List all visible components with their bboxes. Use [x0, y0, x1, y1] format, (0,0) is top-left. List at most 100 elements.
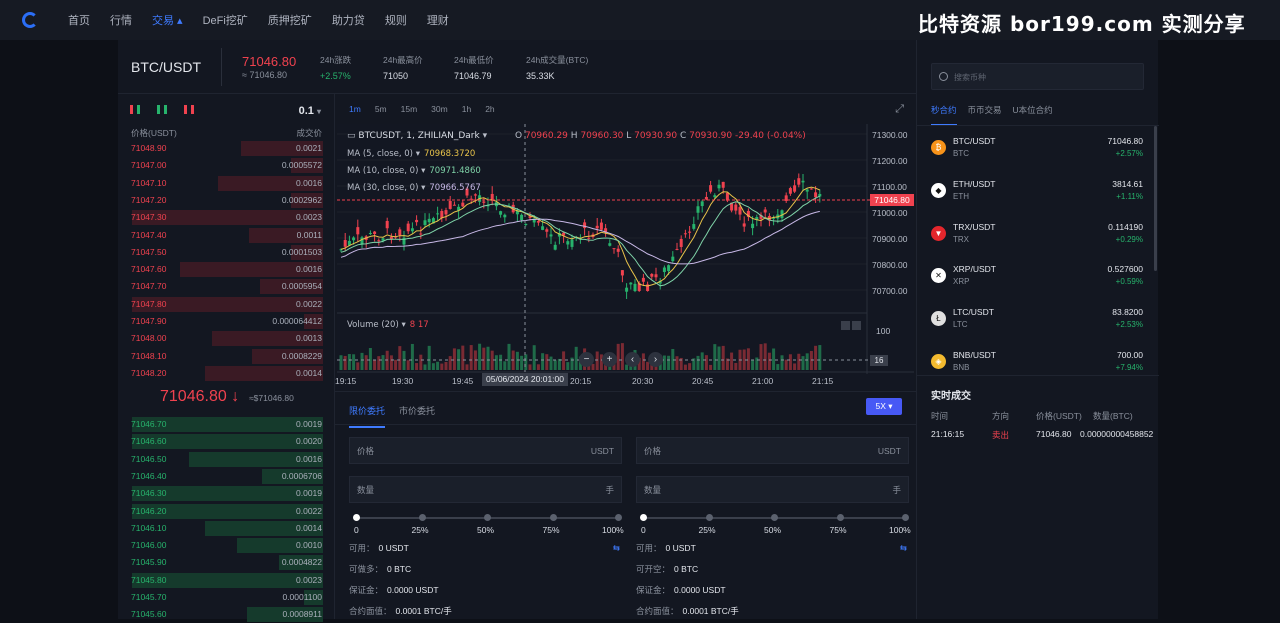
y-tick: 70700.00 — [872, 286, 908, 296]
ask-row[interactable]: 71047.50 0.0001503 — [118, 244, 335, 261]
ask-qty: 0.0011 — [296, 229, 322, 240]
ask-row[interactable]: 71047.70 0.0005954 — [118, 278, 335, 295]
ask-row[interactable]: 71047.80 0.0022 — [118, 296, 335, 313]
chart-nav-button-1[interactable]: + — [602, 352, 617, 367]
bid-row[interactable]: 71046.10 0.0014 — [118, 520, 335, 537]
nav-item-5[interactable]: 助力贷 — [332, 12, 365, 28]
kline-chart[interactable]: ▭ BTCUSDT, 1, ZHILIAN_Dark ▾ O 70960.29 … — [335, 124, 914, 390]
price-input[interactable]: 价格 USDT — [636, 437, 909, 464]
chart-symbol: ▭ BTCUSDT, 1, ZHILIAN_Dark ▾ — [347, 131, 488, 141]
slider-stop[interactable] — [705, 514, 713, 521]
market-tab-1[interactable]: 币币交易 — [968, 104, 1002, 126]
ask-row[interactable]: 71048.90 0.0021 — [118, 140, 335, 157]
volume-bar — [734, 362, 738, 370]
nav-item-0[interactable]: 首页 — [68, 12, 90, 28]
ask-row[interactable]: 71047.40 0.0011 — [118, 227, 335, 244]
timeframe-tab-5m[interactable]: 5m — [375, 104, 387, 114]
bid-row[interactable]: 71045.60 0.0008911 — [118, 606, 335, 623]
volume-bar — [784, 359, 788, 370]
nav-item-3[interactable]: DeFi挖矿 — [203, 12, 248, 28]
bid-row[interactable]: 71046.30 0.0019 — [118, 485, 335, 502]
swap-icon[interactable]: ⇆ — [900, 538, 907, 559]
bid-row[interactable]: 71045.80 0.0023 — [118, 572, 335, 589]
market-row[interactable]: Ł LTC/USDT LTC 83.8200 +2.53% — [917, 297, 1159, 340]
ask-row[interactable]: 71048.00 0.0013 — [118, 330, 335, 347]
ask-row[interactable]: 71047.90 0.000064412 — [118, 313, 335, 330]
slider-stop[interactable] — [640, 514, 647, 521]
slider-stop[interactable] — [418, 514, 426, 521]
market-tab-0[interactable]: 秒合约 — [931, 104, 957, 126]
fullscreen-icon[interactable]: ⤢ — [895, 103, 904, 116]
slider-tick-label: 25% — [411, 525, 429, 535]
nav-item-1[interactable]: 行情 — [110, 12, 132, 28]
ask-row[interactable]: 71048.20 0.0014 — [118, 365, 335, 382]
slider-stop[interactable] — [353, 514, 360, 521]
book-asks-icon[interactable] — [184, 105, 194, 114]
logo-icon[interactable] — [22, 12, 38, 28]
ask-row[interactable]: 71048.10 0.0008229 — [118, 348, 335, 365]
swap-icon[interactable]: ⇆ — [613, 538, 620, 559]
nav-item-6[interactable]: 规则 — [385, 12, 407, 28]
x-tick: 20:45 — [692, 376, 714, 386]
volume-bar — [709, 364, 713, 370]
nav-item-2[interactable]: 交易 ▴ — [152, 12, 183, 28]
bid-row[interactable]: 71045.90 0.0004822 — [118, 554, 335, 571]
volume-down-icon[interactable] — [852, 321, 861, 330]
chart-nav-button-2[interactable]: ‹ — [625, 352, 640, 367]
market-row[interactable]: ◈ BNB/USDT BNB 700.00 +7.94% — [917, 340, 1159, 383]
slider-stop[interactable] — [549, 514, 557, 521]
bid-row[interactable]: 71046.70 0.0019 — [118, 416, 335, 433]
ask-row[interactable]: 71047.00 0.0005572 — [118, 157, 335, 174]
ask-row[interactable]: 71047.10 0.0016 — [118, 175, 335, 192]
slider-stop[interactable] — [902, 514, 909, 521]
book-bids-icon[interactable] — [157, 105, 167, 114]
chart-nav-button-3[interactable]: › — [648, 352, 663, 367]
volume-bar — [364, 355, 368, 370]
slider-stop[interactable] — [836, 514, 844, 521]
slider-tick-label: 50% — [764, 525, 782, 535]
bid-row[interactable]: 71046.40 0.0006706 — [118, 468, 335, 485]
ask-row[interactable]: 71047.20 0.0002962 — [118, 192, 335, 209]
ask-row[interactable]: 71047.30 0.0023 — [118, 209, 335, 226]
timeframe-tab-15m[interactable]: 15m — [401, 104, 418, 114]
chart-symbol-text: BTCUSDT, 1, ZHILIAN_Dark — [358, 131, 480, 141]
slider-stop[interactable] — [484, 514, 491, 521]
volume-stat: 24h成交量(BTC) 35.33K — [526, 54, 588, 81]
ask-row[interactable]: 71047.60 0.0016 — [118, 261, 335, 278]
candle-body — [671, 256, 675, 262]
bid-row[interactable]: 71046.20 0.0022 — [118, 503, 335, 520]
nav-item-4[interactable]: 质押挖矿 — [268, 12, 312, 28]
bid-price: 71045.90 — [131, 557, 167, 568]
timeframe-tab-1m[interactable]: 1m — [349, 104, 361, 114]
chart-nav-button-0[interactable]: − — [579, 352, 594, 367]
market-row[interactable]: ₿ BTC/USDT BTC 71046.80 +2.57% — [917, 126, 1159, 169]
search-input[interactable]: 搜索币种 — [931, 63, 1144, 90]
quantity-input[interactable]: 数量 手 — [349, 476, 622, 503]
market-row[interactable]: ✕ XRP/USDT XRP 0.527600 +0.59% — [917, 254, 1159, 297]
timeframe-tab-2h[interactable]: 2h — [485, 104, 494, 114]
amount-slider[interactable] — [353, 514, 622, 522]
timeframe-tab-30m[interactable]: 30m — [431, 104, 448, 114]
quantity-input[interactable]: 数量 手 — [636, 476, 909, 503]
bid-row[interactable]: 71046.00 0.0010 — [118, 537, 335, 554]
volume-up-icon[interactable] — [841, 321, 850, 330]
price-input[interactable]: 价格 USDT — [349, 437, 622, 464]
market-row[interactable]: ◆ ETH/USDT ETH 3814.61 +1.11% — [917, 169, 1159, 212]
precision-select[interactable]: 0.1 ▾ — [299, 105, 321, 117]
market-row[interactable]: ▼ TRX/USDT TRX 0.114190 +0.29% — [917, 212, 1159, 255]
bid-row[interactable]: 71046.60 0.0020 — [118, 433, 335, 450]
slider-stop[interactable] — [771, 514, 778, 521]
market-tab-2[interactable]: U本位合约 — [1013, 104, 1053, 126]
leverage-button[interactable]: 5X ▾ — [866, 398, 902, 415]
bid-row[interactable]: 71045.70 0.0001100 — [118, 589, 335, 606]
price-input-label: 价格 — [357, 446, 375, 456]
collapse-icon[interactable]: ▭ — [347, 131, 356, 141]
amount-slider[interactable] — [640, 514, 909, 522]
pair-title[interactable]: BTC/USDT — [131, 59, 201, 75]
bid-row[interactable]: 71046.50 0.0016 — [118, 451, 335, 468]
book-both-icon[interactable] — [130, 105, 140, 114]
kline-canvas[interactable] — [337, 124, 914, 390]
slider-stop[interactable] — [615, 514, 622, 521]
nav-item-7[interactable]: 理财 — [427, 12, 449, 28]
timeframe-tab-1h[interactable]: 1h — [462, 104, 471, 114]
